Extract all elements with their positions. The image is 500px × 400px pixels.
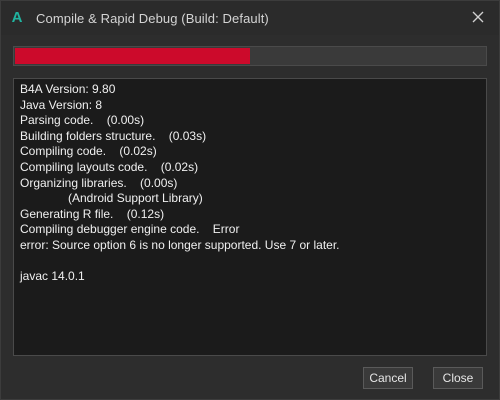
log-line: Organizing libraries. (0.00s) (20, 175, 178, 190)
progress-bar-fill (15, 48, 250, 64)
progress-bar (13, 46, 487, 66)
log-line: Compiling layouts code. (0.02s) (20, 159, 199, 174)
title-bar: A Compile & Rapid Debug (Build: Default) (1, 1, 499, 35)
compile-log[interactable]: B4A Version: 9.80 Java Version: 8 Parsin… (13, 78, 487, 356)
log-line: Compiling debugger engine code. Error (20, 222, 240, 237)
b4a-icon: A (11, 9, 23, 26)
log-line: Parsing code. (0.00s) (20, 113, 145, 128)
log-line: Building folders structure. (0.03s) (20, 128, 207, 143)
log-line: Compiling code. (0.02s) (20, 144, 157, 159)
log-line: error: Source option 6 is no longer supp… (20, 237, 340, 252)
log-line: B4A Version: 9.80 (20, 82, 116, 96)
log-line: Generating R file. (0.12s) (20, 206, 165, 221)
log-line: javac 14.0.1 (20, 269, 85, 284)
cancel-button[interactable]: Cancel (363, 367, 413, 389)
log-line: (Android Support Library) (68, 191, 203, 206)
close-icon[interactable] (471, 10, 485, 24)
log-line: Java Version: 8 (20, 97, 103, 112)
compile-dialog: A Compile & Rapid Debug (Build: Default)… (0, 0, 500, 400)
window-title: Compile & Rapid Debug (Build: Default) (36, 10, 269, 26)
close-button[interactable]: Close (433, 367, 483, 389)
